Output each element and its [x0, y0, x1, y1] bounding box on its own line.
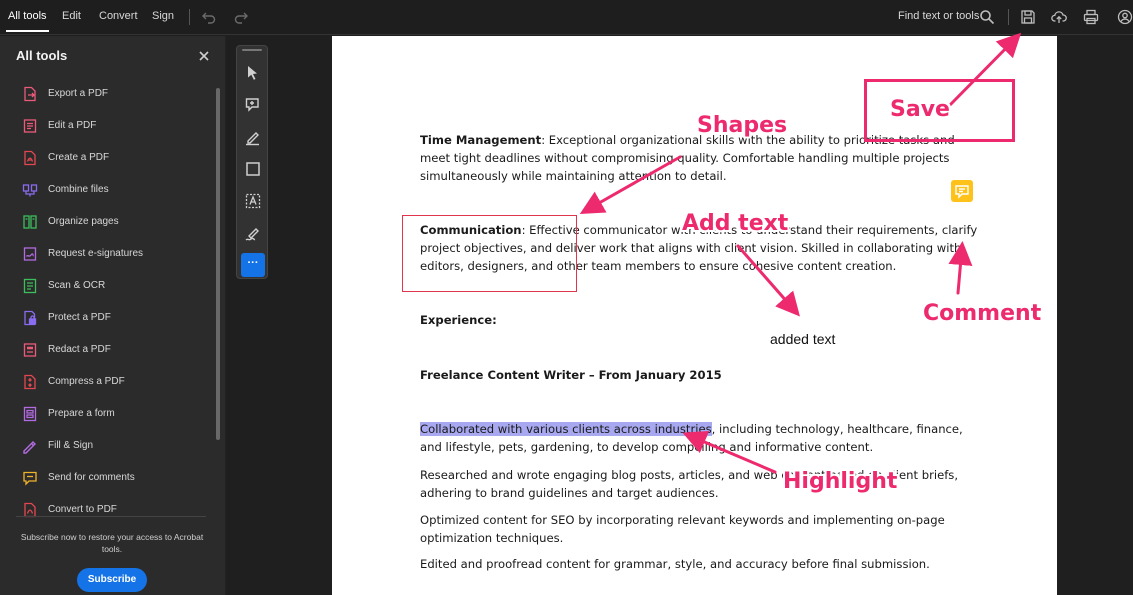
fill-sign-icon [22, 438, 38, 454]
panel-title: All tools [16, 48, 68, 63]
tool-prepare-form[interactable]: Prepare a form [20, 402, 210, 426]
subscribe-button[interactable]: Subscribe [77, 568, 147, 592]
protect-pdf-icon [22, 310, 38, 326]
tab-convert[interactable]: Convert [99, 10, 138, 22]
tool-create-pdf[interactable]: Create a PDF [20, 146, 210, 170]
all-tools-panel: All tools Export a PDF Edit a PDF Create… [0, 36, 226, 595]
tool-compress-pdf[interactable]: Compress a PDF [20, 370, 210, 394]
highlight-callout: Highlight [783, 469, 898, 494]
send-comments-icon [22, 470, 38, 486]
compress-pdf-icon [22, 374, 38, 390]
tool-export-pdf[interactable]: Export a PDF [20, 82, 210, 106]
highlight-pen-icon[interactable] [244, 128, 262, 146]
redo-icon[interactable] [233, 9, 249, 25]
added-text-box[interactable]: added text [770, 331, 835, 347]
prepare-form-icon [22, 406, 38, 422]
acrobat-window: All tools Edit Convert Sign Find text or… [0, 0, 1133, 595]
tab-edit[interactable]: Edit [62, 10, 81, 22]
time-management-label: Time Management [420, 133, 542, 147]
combine-files-icon [22, 182, 38, 198]
organize-pages-icon [22, 214, 38, 230]
tool-convert-to-pdf[interactable]: Convert to PDF [20, 498, 210, 522]
tool-scan-ocr[interactable]: Scan & OCR [20, 274, 210, 298]
search-icon[interactable] [979, 9, 995, 25]
tool-fill-sign[interactable]: Fill & Sign [20, 434, 210, 458]
tool-redact-pdf[interactable]: Redact a PDF [20, 338, 210, 362]
redact-pdf-icon [22, 342, 38, 358]
tool-send-comments[interactable]: Send for comments [20, 466, 210, 490]
add-text-icon[interactable] [244, 192, 262, 210]
edit-pdf-icon [22, 118, 38, 134]
job-heading: Freelance Content Writer – From January … [420, 368, 722, 382]
experience-heading: Experience: [420, 313, 497, 327]
create-pdf-icon [22, 150, 38, 166]
toolbar-divider [1008, 9, 1009, 25]
tool-organize-pages[interactable]: Organize pages [20, 210, 210, 234]
top-toolbar: All tools Edit Convert Sign Find text or… [0, 0, 1133, 35]
request-esign-icon [22, 246, 38, 262]
panel-scrollbar[interactable] [216, 88, 220, 440]
paragraph-optimized[interactable]: Optimized content for SEO by incorporati… [420, 511, 990, 547]
comment-note-icon[interactable] [951, 180, 973, 202]
paragraph-edited[interactable]: Edited and proofread content for grammar… [420, 555, 990, 573]
tab-sign[interactable]: Sign [152, 10, 174, 22]
rectangle-shape-annotation[interactable] [402, 215, 577, 292]
export-pdf-icon [22, 86, 38, 102]
paragraph-collaborated[interactable]: Collaborated with various clients across… [420, 420, 980, 456]
tool-request-esignatures[interactable]: Request e-signatures [20, 242, 210, 266]
add-text-callout: Add text [682, 211, 789, 236]
sign-pen-icon[interactable] [244, 224, 262, 242]
scan-ocr-icon [22, 278, 38, 294]
account-icon[interactable] [1117, 9, 1133, 25]
tool-combine-files[interactable]: Combine files [20, 178, 210, 202]
add-comment-icon[interactable] [244, 96, 262, 114]
save-icon[interactable] [1020, 9, 1036, 25]
paragraph-researched[interactable]: Researched and wrote engaging blog posts… [420, 466, 990, 502]
highlighted-text[interactable]: Collaborated with various clients across… [420, 422, 712, 436]
quick-tools-bar: ··· [236, 45, 268, 279]
panel-divider [16, 516, 206, 517]
subscribe-message: Subscribe now to restore your access to … [20, 532, 204, 554]
select-cursor-icon[interactable] [244, 64, 262, 82]
save-callout: Save [890, 97, 950, 122]
cloud-upload-icon[interactable] [1051, 9, 1067, 25]
toolbar-divider [189, 9, 190, 25]
find-text-tools-label[interactable]: Find text or tools [898, 10, 979, 22]
shapes-callout: Shapes [697, 113, 788, 138]
tab-all-tools[interactable]: All tools [6, 10, 49, 32]
tool-protect-pdf[interactable]: Protect a PDF [20, 306, 210, 330]
tool-edit-pdf[interactable]: Edit a PDF [20, 114, 210, 138]
comment-callout: Comment [923, 301, 1042, 326]
drag-grip[interactable] [242, 49, 262, 51]
print-icon[interactable] [1083, 9, 1099, 25]
close-icon[interactable] [198, 50, 210, 62]
more-tools-button[interactable]: ··· [241, 253, 265, 277]
draw-shape-icon[interactable] [244, 160, 262, 178]
undo-icon[interactable] [201, 9, 217, 25]
